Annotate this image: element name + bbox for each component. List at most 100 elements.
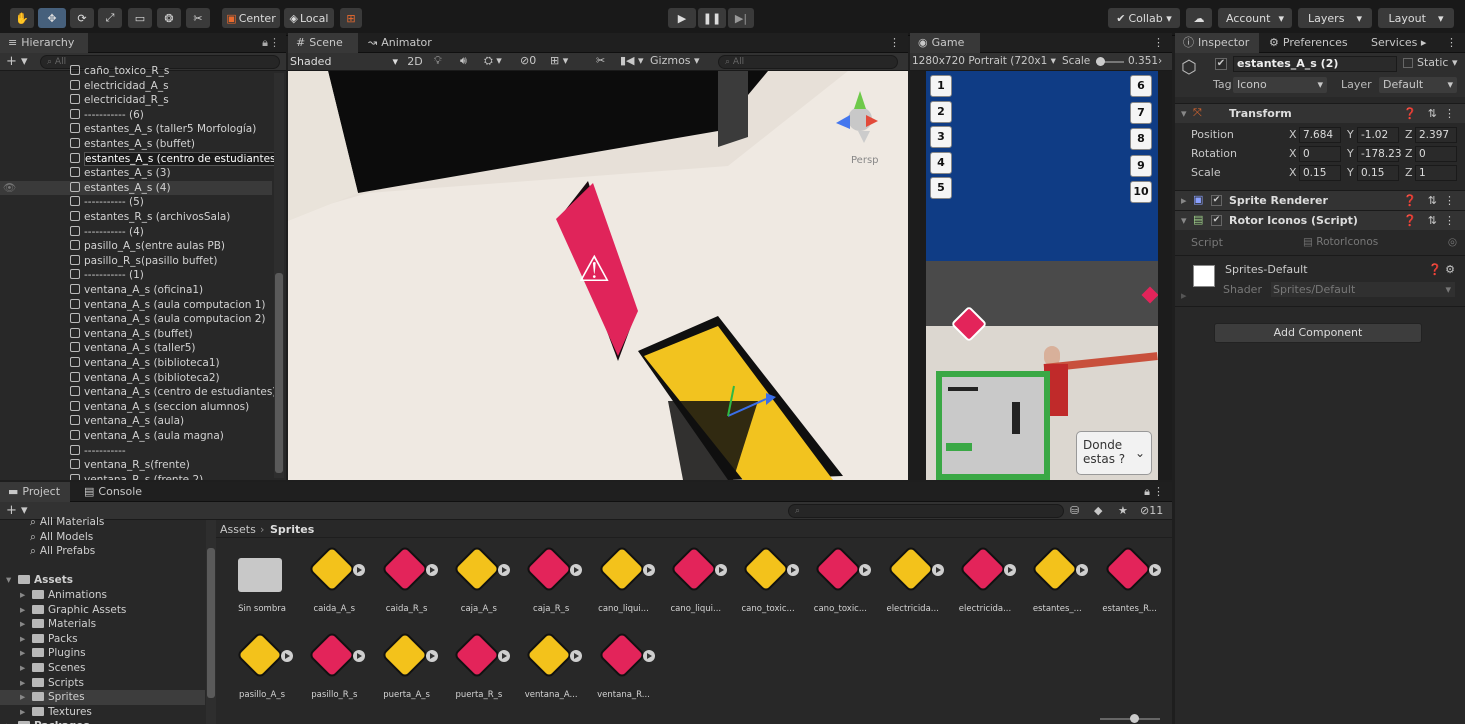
foldout-arrow-icon[interactable]: ▸ [20, 661, 25, 676]
key-button[interactable]: 4 [930, 151, 952, 174]
axis-label[interactable]: Y [1347, 128, 1354, 141]
foldout-arrow-icon[interactable]: ▸ [20, 632, 25, 647]
asset-item[interactable]: caida_R_s [375, 544, 439, 624]
axis-label[interactable]: Y [1347, 147, 1354, 160]
expand-sprite-icon[interactable] [281, 650, 293, 662]
project-tree-item[interactable]: ▸ Animations [0, 588, 205, 603]
asset-item[interactable]: estantes_... [1025, 544, 1089, 624]
asset-item[interactable]: puerta_A_s [375, 630, 439, 710]
expand-sprite-icon[interactable] [353, 564, 366, 576]
more-menu-icon[interactable]: ⋮ [1153, 485, 1164, 498]
project-tree-item[interactable]: ⌕ All Materials [0, 515, 205, 530]
more-menu-icon[interactable]: ⋮ [1444, 194, 1455, 207]
axis-label[interactable]: Z [1405, 166, 1413, 179]
hierarchy-row[interactable]: pasillo_R_s(pasillo buffet) [0, 254, 272, 269]
project-tree-item[interactable]: ▸ Packages [0, 719, 205, 724]
hierarchy-row[interactable]: 👁︎ estantes_A_s (4) [0, 180, 272, 196]
tab-scene[interactable]: # Scene [288, 33, 358, 53]
position-z-field[interactable]: 2.397 [1415, 127, 1457, 143]
icon-size-knob[interactable] [1130, 714, 1139, 723]
foldout-arrow-icon[interactable]: ▸ [20, 617, 25, 632]
resolution-dropdown[interactable]: 1280x720 Portrait (720x1 ▾ [912, 55, 1056, 67]
expand-sprite-icon[interactable] [1076, 564, 1089, 576]
asset-item[interactable]: cano_liqui... [664, 544, 728, 624]
hierarchy-row[interactable]: ventana_A_s (buffet) [0, 327, 272, 342]
asset-item[interactable]: cano_toxic... [808, 544, 872, 624]
active-checkbox[interactable]: ✔ [1215, 58, 1227, 70]
expand-sprite-icon[interactable] [642, 564, 655, 576]
foldout-arrow-icon[interactable]: ▸ [6, 719, 11, 724]
asset-item[interactable]: caja_R_s [519, 544, 583, 624]
tab-services[interactable]: Services ▸ [1363, 33, 1427, 53]
tab-console[interactable]: ▤ Console [76, 482, 150, 502]
expand-sprite-icon[interactable] [642, 650, 655, 662]
transform-tool-icon[interactable]: ❂ [157, 8, 181, 28]
key-button[interactable]: 7 [1130, 101, 1152, 124]
static-dropdown[interactable]: Static ▾ [1417, 56, 1457, 69]
layer-dropdown[interactable]: Default ▾ [1379, 77, 1457, 93]
hierarchy-row[interactable]: estantes_A_s (buffet) [0, 137, 272, 152]
more-menu-icon[interactable]: ⋮ [1153, 36, 1164, 49]
position-y-field[interactable]: -1.02 [1357, 127, 1399, 143]
expand-sprite-icon[interactable] [859, 564, 872, 576]
tag-dropdown[interactable]: Icono ▾ [1233, 77, 1327, 93]
hierarchy-row[interactable]: electricidad_R_s [0, 93, 272, 108]
foldout-arrow-icon[interactable]: ▸ [1181, 194, 1187, 207]
icon-size-slider[interactable] [1100, 714, 1160, 723]
custom-tool-icon[interactable]: ✂ [186, 8, 210, 28]
rotor-script-header[interactable]: ▾ ▤ ✔ Rotor Iconos (Script) ❓ ⇅ ⋮ [1175, 210, 1465, 230]
asset-item[interactable]: electricida... [881, 544, 945, 624]
favorite-icon[interactable]: ★ [1118, 504, 1128, 517]
hierarchy-row[interactable]: estantes_A_s (centro de estudiantes) [0, 151, 281, 167]
tab-hierarchy[interactable]: ≡ Hierarchy [0, 33, 88, 53]
scale-z-field[interactable]: 1 [1415, 165, 1457, 181]
lock-icon[interactable]: 🔒︎ [1144, 485, 1150, 499]
pivot-local-button[interactable]: ◈ Local [284, 8, 334, 28]
expand-sprite-icon[interactable] [1004, 564, 1016, 576]
hierarchy-row[interactable]: ventana_A_s (biblioteca2) [0, 371, 272, 386]
account-dropdown[interactable]: Account ▾ [1218, 8, 1292, 28]
transform-header[interactable]: ▾ ⤧ Transform ❓ ⇅ ⋮ [1175, 103, 1465, 123]
cloud-icon[interactable]: ☁ [1186, 8, 1212, 28]
hierarchy-row[interactable]: ----------- (5) [0, 195, 272, 210]
hierarchy-row[interactable]: ----------- (4) [0, 225, 272, 240]
key-button[interactable]: 10 [1130, 181, 1152, 203]
project-tree-item[interactable]: ▸ Materials [0, 617, 205, 632]
hierarchy-row[interactable]: electricidad_A_s [0, 79, 272, 94]
pivot-center-button[interactable]: ▣ Center [222, 8, 280, 28]
visibility-eye-icon[interactable]: 👁︎ [3, 181, 16, 196]
rotate-tool-icon[interactable]: ⟳ [70, 8, 94, 28]
hierarchy-row[interactable]: ----------- (6) [0, 108, 272, 123]
key-button[interactable]: 5 [930, 177, 952, 199]
key-button[interactable]: 3 [930, 126, 952, 148]
breadcrumb-sprites[interactable]: Sprites [270, 523, 314, 536]
lighting-icon[interactable]: 💡︎ [434, 54, 442, 68]
axis-label[interactable]: X [1289, 128, 1297, 141]
rotation-x-field[interactable]: 0 [1299, 146, 1341, 162]
shader-dropdown[interactable]: Sprites/Default ▾ [1271, 282, 1455, 297]
hierarchy-row[interactable]: ventana_A_s (aula magna) [0, 429, 272, 444]
hierarchy-row[interactable]: estantes_A_s (3) [0, 166, 272, 181]
gizmos-dropdown[interactable]: Gizmos ▾ [650, 54, 700, 67]
folder-tree-scrollbar[interactable] [206, 520, 216, 724]
more-menu-icon[interactable]: ⋮ [1446, 36, 1457, 49]
game-viewport[interactable]: Donde estas ? ⌄ 1 2 3 4 5 6 7 8 9 10 [926, 71, 1158, 480]
project-tree-item[interactable]: ▸ Scenes [0, 661, 205, 676]
hierarchy-row[interactable]: pasillo_A_s(entre aulas PB) [0, 239, 272, 254]
asset-item[interactable]: caja_A_s [447, 544, 511, 624]
help-icon[interactable]: ❓ [1403, 107, 1417, 120]
project-tree-item[interactable]: ▸ Scripts [0, 676, 205, 691]
hidden-packages-icon[interactable]: ⊘11 [1140, 504, 1163, 517]
hierarchy-row[interactable]: ventana_R_s (frente 2) [0, 473, 272, 480]
hierarchy-row[interactable]: ventana_A_s (aula) [0, 414, 272, 429]
step-button[interactable]: ▶| [728, 8, 754, 28]
expand-sprite-icon[interactable] [787, 564, 800, 576]
rotation-z-field[interactable]: 0 [1415, 146, 1457, 162]
asset-item[interactable]: pasillo_R_s [302, 630, 366, 710]
rotation-y-field[interactable]: -178.23 [1357, 146, 1402, 162]
hierarchy-row[interactable]: caño_toxico_R_s [0, 64, 272, 79]
tab-game[interactable]: ◉ Game [910, 33, 980, 53]
project-tree-item[interactable]: ▸ Plugins [0, 646, 205, 661]
hierarchy-row[interactable]: ventana_A_s (biblioteca1) [0, 356, 272, 371]
pause-button[interactable]: ❚❚ [698, 8, 726, 28]
